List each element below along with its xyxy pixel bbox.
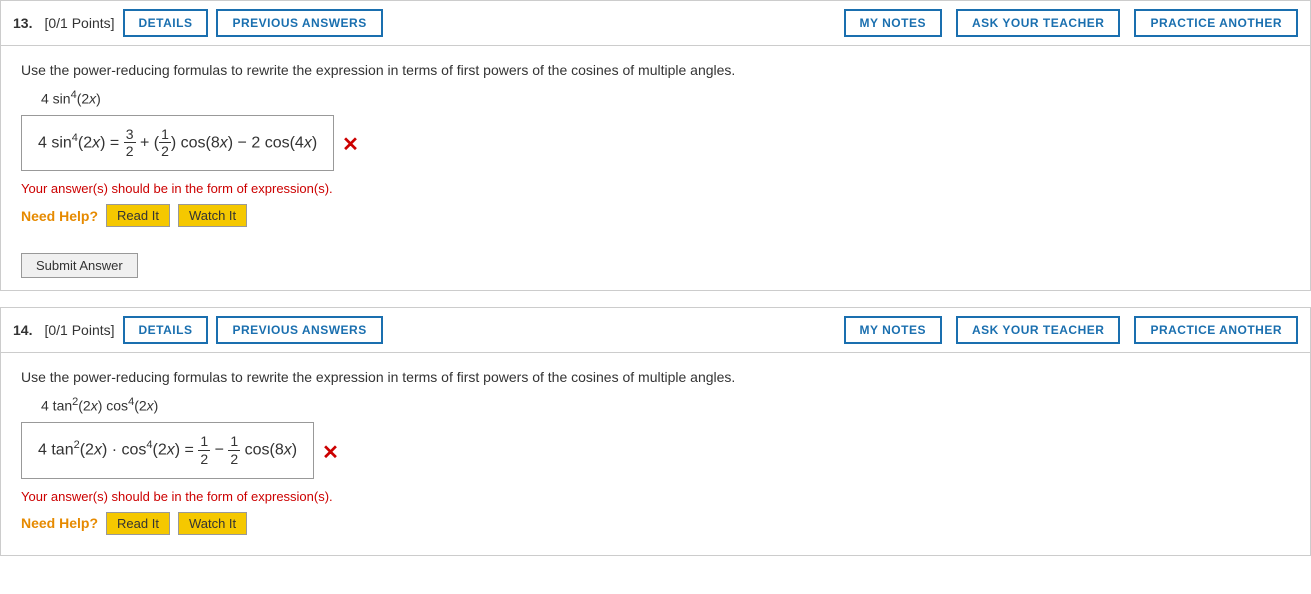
question-13-body: Use the power-reducing formulas to rewri… — [1, 46, 1310, 247]
practice-another-button-14[interactable]: PRACTICE ANOTHER — [1134, 316, 1298, 344]
details-button-14[interactable]: DETAILS — [123, 316, 209, 344]
prev-answers-button-13[interactable]: PREVIOUS ANSWERS — [216, 9, 382, 37]
need-help-row-13: Need Help? Read It Watch It — [21, 204, 1290, 227]
question-14-body: Use the power-reducing formulas to rewri… — [1, 353, 1310, 554]
wrong-mark-13: ✕ — [342, 132, 359, 157]
need-help-row-14: Need Help? Read It Watch It — [21, 512, 1290, 535]
frac4: 12 — [228, 433, 240, 468]
answer-box-14: 4 tan2(2x) · cos4(2x) = 12 − 12 cos(8x) — [21, 422, 314, 479]
answer-row-13: 4 sin4(2x) = 32 + (12) cos(8x) − 2 cos(4… — [21, 115, 1290, 176]
frac3: 12 — [198, 433, 210, 468]
answer-box-13: 4 sin4(2x) = 32 + (12) cos(8x) − 2 cos(4… — [21, 115, 334, 172]
frac1: 32 — [124, 126, 136, 161]
frac2: 12 — [159, 126, 171, 161]
need-help-label-13: Need Help? — [21, 208, 98, 224]
submit-button-13[interactable]: Submit Answer — [21, 253, 138, 278]
answer-formula-14: 4 tan2(2x) · cos4(2x) = 12 − 12 cos(8x) — [38, 433, 297, 468]
read-it-button-13[interactable]: Read It — [106, 204, 170, 227]
watch-it-button-14[interactable]: Watch It — [178, 512, 247, 535]
prev-answers-button-14[interactable]: PREVIOUS ANSWERS — [216, 316, 382, 344]
answer-row-14: 4 tan2(2x) · cos4(2x) = 12 − 12 cos(8x) … — [21, 422, 1290, 483]
question-13-number: 13. — [13, 15, 32, 31]
question-14-points: [0/1 Points] — [44, 322, 114, 338]
need-help-label-14: Need Help? — [21, 515, 98, 531]
question-13-points: [0/1 Points] — [44, 15, 114, 31]
question-14-block: 14. [0/1 Points] DETAILS PREVIOUS ANSWER… — [0, 307, 1311, 555]
error-msg-14: Your answer(s) should be in the form of … — [21, 489, 1290, 504]
submit-row-13: Submit Answer — [1, 247, 1310, 290]
question-14-number: 14. — [13, 322, 32, 338]
my-notes-button-14[interactable]: MY NOTES — [844, 316, 942, 344]
answer-formula-13: 4 sin4(2x) = 32 + (12) cos(8x) − 2 cos(4… — [38, 126, 317, 161]
read-it-button-14[interactable]: Read It — [106, 512, 170, 535]
details-button-13[interactable]: DETAILS — [123, 9, 209, 37]
watch-it-button-13[interactable]: Watch It — [178, 204, 247, 227]
ask-teacher-button-13[interactable]: ASK YOUR TEACHER — [956, 9, 1120, 37]
question-14-header: 14. [0/1 Points] DETAILS PREVIOUS ANSWER… — [1, 308, 1310, 353]
wrong-mark-14: ✕ — [322, 440, 339, 465]
question-14-text: Use the power-reducing formulas to rewri… — [21, 367, 1290, 388]
question-13-block: 13. [0/1 Points] DETAILS PREVIOUS ANSWER… — [0, 0, 1311, 291]
ask-teacher-button-14[interactable]: ASK YOUR TEACHER — [956, 316, 1120, 344]
error-msg-13: Your answer(s) should be in the form of … — [21, 181, 1290, 196]
question-13-text: Use the power-reducing formulas to rewri… — [21, 60, 1290, 81]
question-14-expr: 4 tan2(2x) cos4(2x) — [41, 396, 1290, 414]
my-notes-button-13[interactable]: MY NOTES — [844, 9, 942, 37]
practice-another-button-13[interactable]: PRACTICE ANOTHER — [1134, 9, 1298, 37]
question-13-expr: 4 sin4(2x) — [41, 89, 1290, 107]
question-13-header: 13. [0/1 Points] DETAILS PREVIOUS ANSWER… — [1, 1, 1310, 46]
